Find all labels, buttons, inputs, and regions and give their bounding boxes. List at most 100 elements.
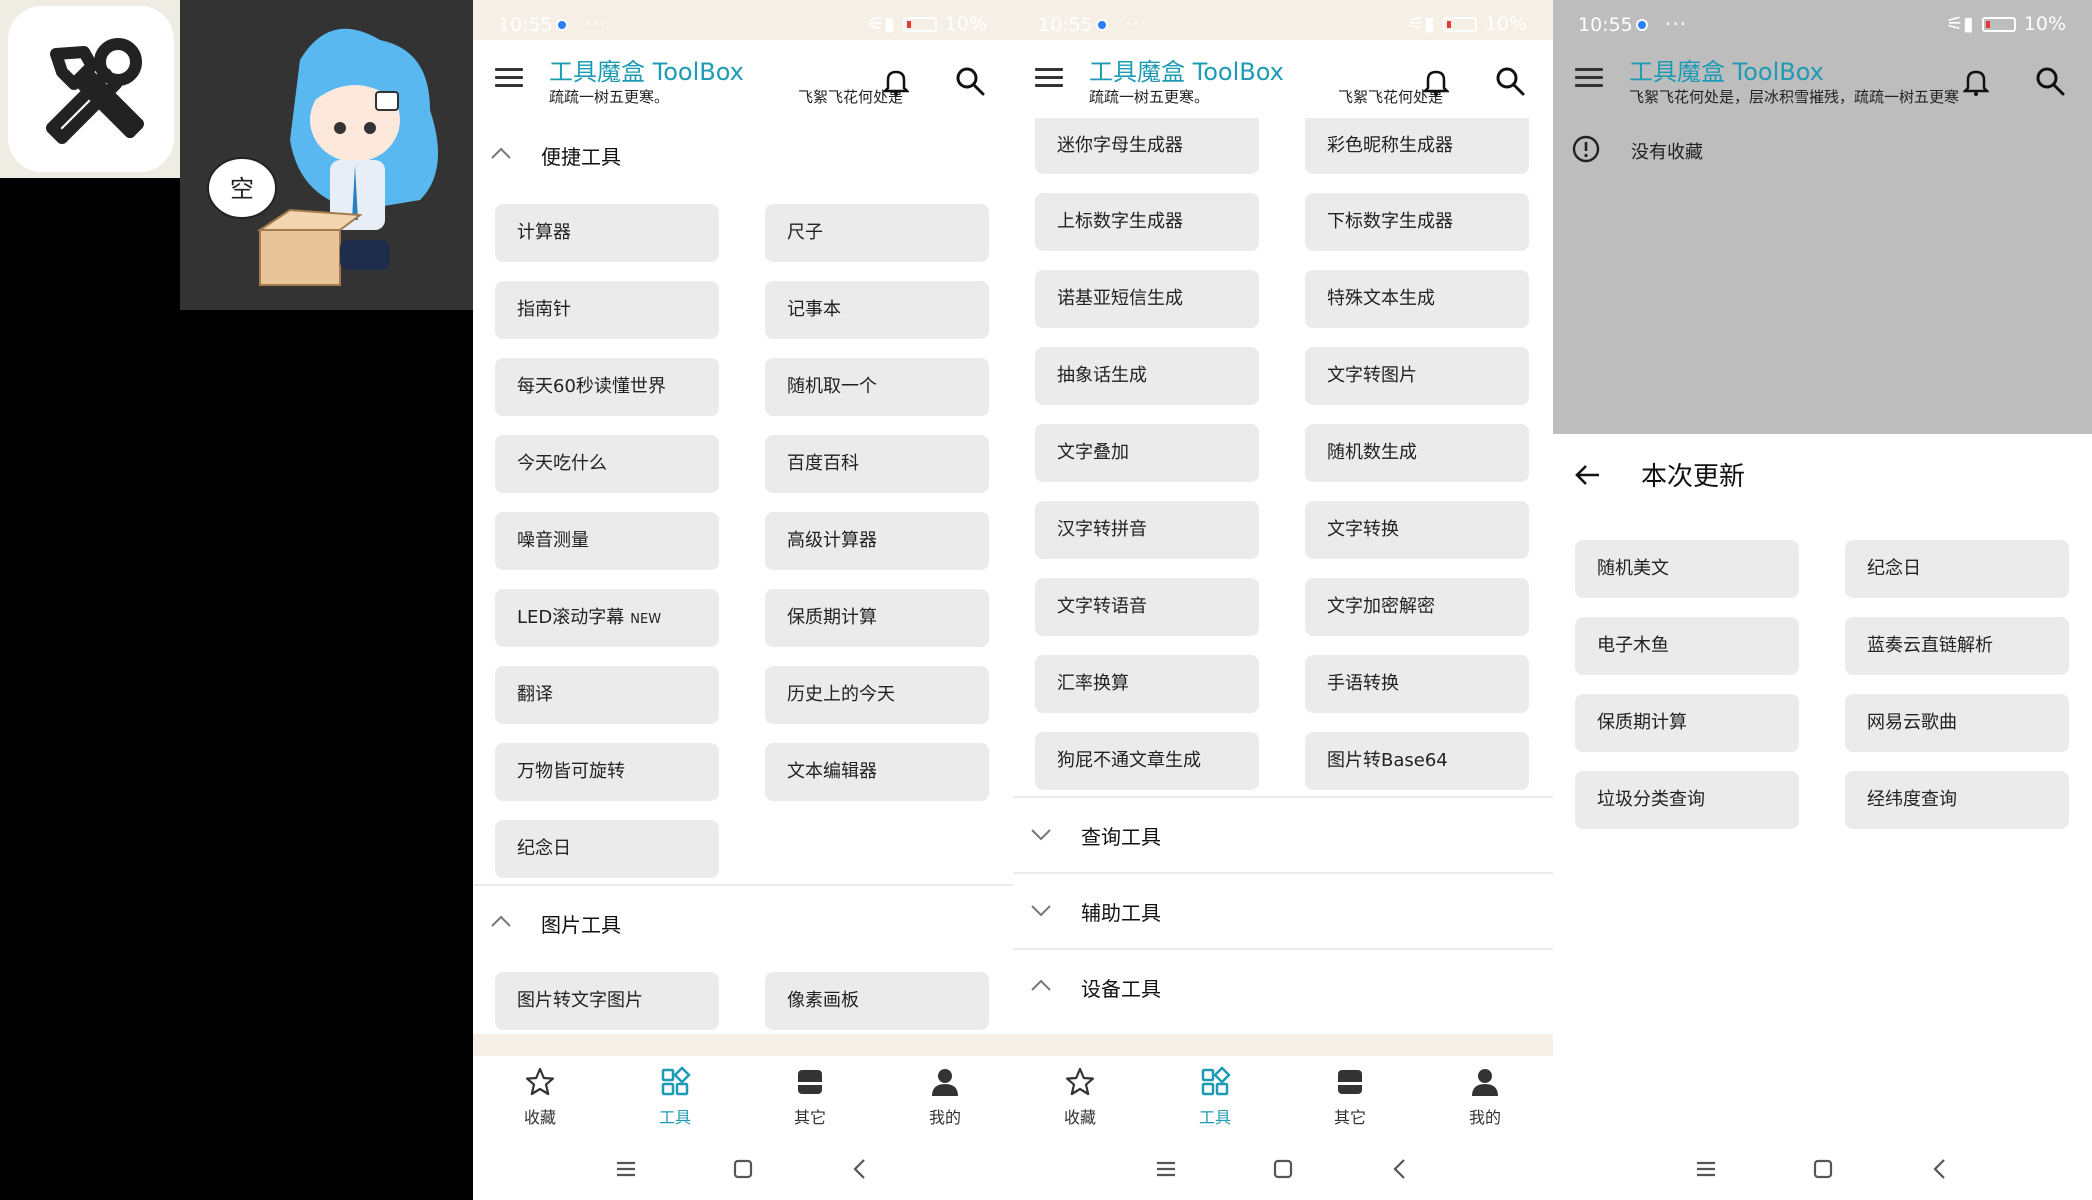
search-icon[interactable]	[2035, 66, 2065, 96]
tool-button[interactable]: 诺基亚短信生成	[1035, 270, 1259, 328]
bell-icon[interactable]	[883, 68, 909, 96]
status-time: 10:55	[1038, 14, 1093, 36]
section-assist-tools[interactable]: 辅助工具	[1013, 874, 1553, 948]
tool-button[interactable]: 尺子	[765, 204, 989, 262]
tool-button[interactable]: 文本编辑器	[765, 743, 989, 801]
app-subtitle: 飞絮飞花何处是，层冰积雪摧残，疏疏一树五更寒	[1629, 88, 1960, 106]
tool-button[interactable]: 文字叠加	[1035, 424, 1259, 482]
bell-icon[interactable]	[1963, 68, 1989, 96]
update-item-button[interactable]: 随机美文	[1575, 540, 1799, 598]
update-item-button[interactable]: 蓝奏云直链解析	[1845, 617, 2069, 675]
bottom-navigation: 收藏 工具 其它 我的	[1013, 1056, 1553, 1136]
empty-favorites-text: 没有收藏	[1631, 142, 1703, 163]
battery-icon	[1981, 16, 2016, 32]
home-square-icon[interactable]	[1808, 1154, 1838, 1184]
tool-button[interactable]: 迷你字母生成器	[1035, 118, 1259, 174]
nav-favorites[interactable]: 收藏	[490, 1066, 590, 1130]
tool-button[interactable]: 每天60秒读懂世界	[495, 358, 719, 416]
battery-level: 10%	[1484, 13, 1527, 35]
nav-me[interactable]: 我的	[1435, 1066, 1535, 1130]
tool-button[interactable]: 文字转换	[1305, 501, 1529, 559]
tool-button-led[interactable]: LED滚动字幕 NEW	[495, 589, 719, 647]
app-title: 工具魔盒 ToolBox	[549, 58, 744, 86]
new-badge: NEW	[630, 612, 662, 627]
tool-button[interactable]: 保质期计算	[765, 589, 989, 647]
tool-button[interactable]: 上标数字生成器	[1035, 193, 1259, 251]
update-item-button[interactable]: 网易云歌曲	[1845, 694, 2069, 752]
nav-label: 其它	[1333, 1108, 1366, 1127]
tool-button[interactable]: 文字转图片	[1305, 347, 1529, 405]
search-icon[interactable]	[955, 66, 985, 96]
chevron-up-icon	[491, 915, 511, 927]
battery-icon	[1442, 16, 1477, 32]
mascot-image: 空	[207, 28, 438, 286]
nav-other[interactable]: 其它	[1300, 1066, 1400, 1130]
app-logo	[8, 6, 174, 172]
nav-favorites[interactable]: 收藏	[1030, 1066, 1130, 1130]
tool-button[interactable]: 指南针	[495, 281, 719, 339]
section-convenience-tools[interactable]: 便捷工具	[473, 118, 1013, 192]
tool-button[interactable]: 噪音测量	[495, 512, 719, 570]
status-time: 10:55	[1578, 14, 1633, 36]
tool-button[interactable]: 文字加密解密	[1305, 578, 1529, 636]
update-item-button[interactable]: 经纬度查询	[1845, 771, 2069, 829]
nav-tools[interactable]: 工具	[1165, 1066, 1265, 1130]
arrow-left-icon[interactable]	[1573, 460, 1603, 490]
menu-icon[interactable]	[495, 68, 523, 90]
menu-lines-icon[interactable]	[611, 1154, 641, 1184]
tool-button[interactable]: 特殊文本生成	[1305, 270, 1529, 328]
update-item-button[interactable]: 电子木鱼	[1575, 617, 1799, 675]
tool-button[interactable]: 万物皆可旋转	[495, 743, 719, 801]
tool-button[interactable]: 今天吃什么	[495, 435, 719, 493]
tool-button[interactable]: 翻译	[495, 666, 719, 724]
menu-icon[interactable]	[1035, 68, 1063, 90]
app-bar: 工具魔盒 ToolBox 疏疏一树五更寒。 飞絮飞花何处是	[1013, 40, 1553, 118]
back-chevron-icon[interactable]	[1385, 1154, 1415, 1184]
tool-button[interactable]: 随机取一个	[765, 358, 989, 416]
back-chevron-icon[interactable]	[1925, 1154, 1955, 1184]
grid-apps-icon	[1201, 1066, 1231, 1096]
tool-button[interactable]: 随机数生成	[1305, 424, 1529, 482]
section-device-tools[interactable]: 设备工具	[1013, 950, 1553, 1024]
tool-button[interactable]: 抽象话生成	[1035, 347, 1259, 405]
menu-lines-icon[interactable]	[1691, 1154, 1721, 1184]
tool-button[interactable]: 记事本	[765, 281, 989, 339]
tool-button[interactable]: 高级计算器	[765, 512, 989, 570]
nav-tools[interactable]: 工具	[625, 1066, 725, 1130]
tool-button[interactable]: 纪念日	[495, 820, 719, 878]
tool-button[interactable]: 下标数字生成器	[1305, 193, 1529, 251]
tool-button[interactable]: 汇率换算	[1035, 655, 1259, 713]
home-square-icon[interactable]	[1268, 1154, 1298, 1184]
update-item-button[interactable]: 垃圾分类查询	[1575, 771, 1799, 829]
tool-button[interactable]: 计算器	[495, 204, 719, 262]
status-right: ⚟▮ 10%	[867, 13, 987, 35]
back-chevron-icon[interactable]	[845, 1154, 875, 1184]
menu-lines-icon[interactable]	[1151, 1154, 1181, 1184]
tool-button[interactable]: 像素画板	[765, 972, 989, 1030]
nav-me[interactable]: 我的	[895, 1066, 995, 1130]
tool-button[interactable]: 图片转Base64	[1305, 732, 1529, 790]
menu-icon[interactable]	[1575, 68, 1603, 90]
section-query-tools[interactable]: 查询工具	[1013, 798, 1553, 872]
update-item-button[interactable]: 保质期计算	[1575, 694, 1799, 752]
signal-wifi-icon: ⚟▮	[1946, 13, 1974, 35]
bottom-strip	[473, 1034, 1013, 1056]
tool-button[interactable]: 文字转语音	[1035, 578, 1259, 636]
bell-icon[interactable]	[1423, 68, 1449, 96]
update-item-button[interactable]: 纪念日	[1845, 540, 2069, 598]
tool-button[interactable]: 汉字转拼音	[1035, 501, 1259, 559]
nav-other[interactable]: 其它	[760, 1066, 860, 1130]
tool-button[interactable]: 彩色昵称生成器	[1305, 118, 1529, 174]
search-icon[interactable]	[1495, 66, 1525, 96]
tool-button[interactable]: 手语转换	[1305, 655, 1529, 713]
tool-button[interactable]: 百度百科	[765, 435, 989, 493]
tool-button[interactable]: 狗屁不通文章生成	[1035, 732, 1259, 790]
nav-label: 我的	[1468, 1108, 1501, 1127]
tool-button[interactable]: 图片转文字图片	[495, 972, 719, 1030]
notification-dot-icon	[556, 19, 568, 31]
section-image-tools[interactable]: 图片工具	[473, 886, 1013, 960]
tool-button[interactable]: 历史上的今天	[765, 666, 989, 724]
box-icon	[1338, 1070, 1362, 1094]
home-square-icon[interactable]	[728, 1154, 758, 1184]
status-time: 10:55	[498, 14, 553, 36]
